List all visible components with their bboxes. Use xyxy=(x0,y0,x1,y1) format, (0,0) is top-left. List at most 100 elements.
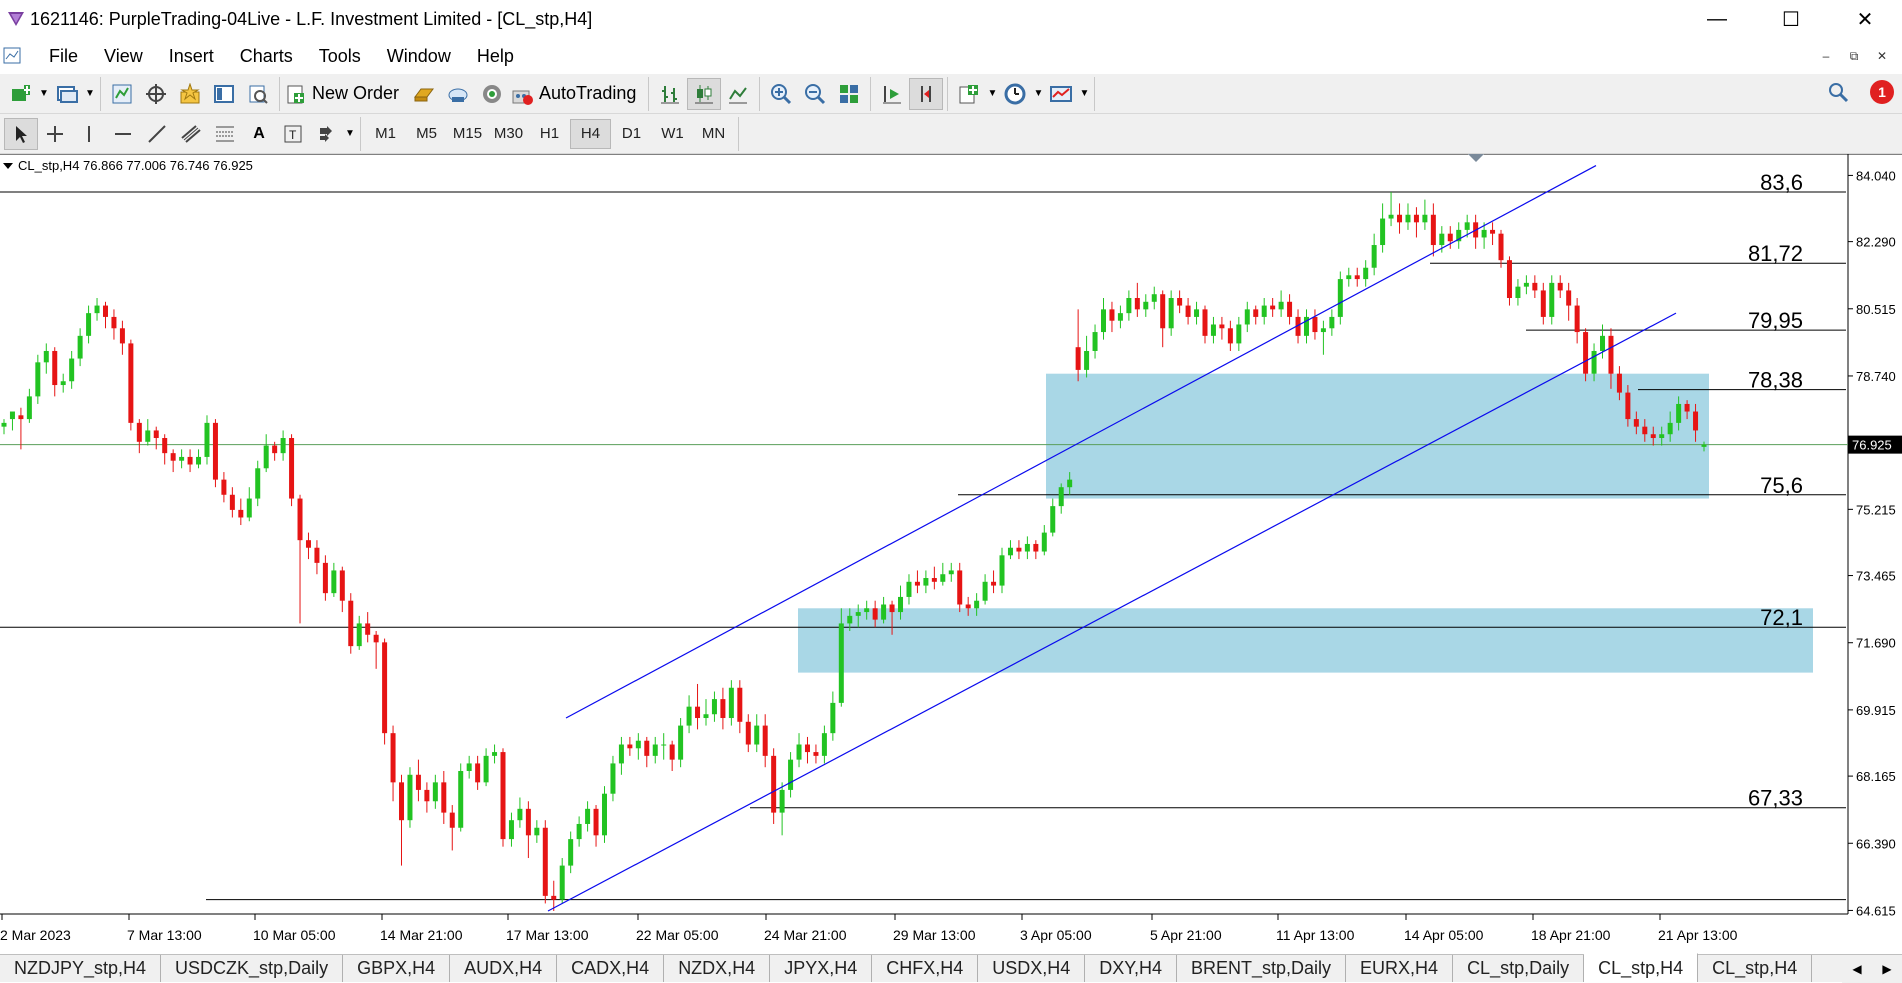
close-button[interactable]: ✕ xyxy=(1828,0,1902,38)
candle-body xyxy=(551,895,557,900)
menu-window[interactable]: Window xyxy=(374,46,464,67)
zoom-in-icon[interactable] xyxy=(764,78,798,110)
time-tick-label: 17 Mar 13:00 xyxy=(506,927,589,943)
indicators-icon[interactable] xyxy=(952,78,986,110)
candle-body xyxy=(1549,282,1555,317)
chart-tab[interactable]: BRENT_stp,Daily xyxy=(1177,955,1347,982)
tile-windows-icon[interactable] xyxy=(832,78,866,110)
candle-body xyxy=(18,415,24,420)
chart-area[interactable]: 84.040 82.290 80.515 78.740 75.215 73.465 71.6… xyxy=(0,153,1902,954)
new-order-button[interactable]: New Order xyxy=(312,83,399,104)
menu-tools[interactable]: Tools xyxy=(306,46,374,67)
autotrading-button[interactable]: AutoTrading xyxy=(539,83,636,104)
zoom-out-icon[interactable] xyxy=(798,78,832,110)
price-chart[interactable]: 84.040 82.290 80.515 78.740 75.215 73.465 71.6… xyxy=(0,153,1902,954)
text-label-icon[interactable]: T xyxy=(276,118,310,150)
timeframe-mn[interactable]: MN xyxy=(693,119,734,149)
candle-body xyxy=(339,570,345,601)
candle-body xyxy=(1540,290,1546,317)
terminal-icon[interactable] xyxy=(207,78,241,110)
minimize-button[interactable]: — xyxy=(1680,0,1754,38)
chart-tab[interactable]: NZDJPY_stp,H4 xyxy=(0,955,162,982)
vertical-line-icon[interactable] xyxy=(72,118,106,150)
candle-body xyxy=(644,740,650,756)
chart-window-icon[interactable] xyxy=(2,45,24,67)
gold-bar-icon[interactable] xyxy=(407,78,441,110)
menu-insert[interactable]: Insert xyxy=(156,46,227,67)
chart-tab[interactable]: CL_stp,H4 xyxy=(1584,953,1699,982)
timeframe-m15[interactable]: M15 xyxy=(447,119,488,149)
chevron-down-icon[interactable]: ▼ xyxy=(84,88,96,99)
equidistant-channel-icon[interactable] xyxy=(174,118,208,150)
timeframe-m5[interactable]: M5 xyxy=(406,119,447,149)
new-chart-icon[interactable] xyxy=(4,78,38,110)
chart-tab[interactable]: DXY,H4 xyxy=(1085,955,1177,982)
menu-help[interactable]: Help xyxy=(464,46,527,67)
mdi-close-icon[interactable]: ✕ xyxy=(1868,49,1896,63)
notifications-badge[interactable]: 1 xyxy=(1870,80,1894,104)
candle-body xyxy=(771,755,777,813)
crosshair-tool-icon[interactable] xyxy=(38,118,72,150)
chevron-down-icon[interactable]: ▼ xyxy=(344,128,356,139)
chart-tab[interactable]: EURX,H4 xyxy=(1346,955,1454,982)
chart-shift-icon[interactable] xyxy=(909,77,944,110)
chevron-down-icon[interactable]: ▼ xyxy=(38,88,50,99)
cursor-icon[interactable] xyxy=(4,117,38,150)
autotrading-icon[interactable] xyxy=(509,78,535,110)
signals-icon[interactable] xyxy=(441,78,475,110)
trendline-icon[interactable] xyxy=(140,118,174,150)
text-tool-icon[interactable]: A xyxy=(242,118,276,150)
search-icon[interactable] xyxy=(1826,80,1850,104)
maximize-button[interactable]: ☐ xyxy=(1754,0,1828,38)
profiles-icon[interactable] xyxy=(50,78,84,110)
tab-scroll-right-icon[interactable]: ▶ xyxy=(1882,962,1891,976)
arrows-icon[interactable] xyxy=(310,118,344,150)
chart-tab[interactable]: AUDX,H4 xyxy=(450,955,558,982)
chart-tab[interactable]: CL_stp,Daily xyxy=(1453,955,1585,982)
market-icon[interactable] xyxy=(475,78,509,110)
mdi-minimize-icon[interactable]: – xyxy=(1812,49,1840,63)
line-chart-icon[interactable] xyxy=(721,78,755,110)
chevron-down-icon[interactable]: ▼ xyxy=(1078,88,1090,99)
strategy-tester-icon[interactable] xyxy=(241,78,275,110)
navigator-icon[interactable] xyxy=(173,78,207,110)
timeframe-w1[interactable]: W1 xyxy=(652,119,693,149)
horizontal-line-icon[interactable] xyxy=(106,118,140,150)
chevron-down-icon[interactable]: ▼ xyxy=(986,88,998,99)
market-watch-icon[interactable] xyxy=(105,78,139,110)
mdi-restore-icon[interactable]: ⧉ xyxy=(1840,49,1868,64)
menu-view[interactable]: View xyxy=(91,46,156,67)
periods-clock-icon[interactable] xyxy=(998,78,1032,110)
fibonacci-icon[interactable] xyxy=(208,118,242,150)
crosshair-icon[interactable] xyxy=(139,78,173,110)
candle-body xyxy=(314,547,320,563)
templates-icon[interactable] xyxy=(1044,78,1078,110)
chart-tab[interactable]: USDCZK_stp,Daily xyxy=(161,955,344,982)
candlestick-chart-icon[interactable] xyxy=(687,77,722,110)
chart-tab[interactable]: GBPX,H4 xyxy=(343,955,451,982)
candle-body xyxy=(111,316,117,329)
menu-charts[interactable]: Charts xyxy=(227,46,306,67)
timeframe-m30[interactable]: M30 xyxy=(488,119,529,149)
new-order-icon[interactable] xyxy=(284,78,308,110)
timeframe-h4[interactable]: H4 xyxy=(570,118,611,149)
bar-chart-icon[interactable] xyxy=(653,78,687,110)
chart-tab[interactable]: CHFX,H4 xyxy=(872,955,979,982)
candle-body xyxy=(1287,301,1293,317)
candle-body xyxy=(618,744,624,764)
chart-tab[interactable]: NZDX,H4 xyxy=(664,955,771,982)
timeframe-m1[interactable]: M1 xyxy=(365,119,406,149)
timeframe-h1[interactable]: H1 xyxy=(529,119,570,149)
chart-tab[interactable]: CADX,H4 xyxy=(557,955,665,982)
chevron-down-icon[interactable]: ▼ xyxy=(1032,88,1044,99)
chart-tab[interactable]: USDX,H4 xyxy=(978,955,1086,982)
timeframe-d1[interactable]: D1 xyxy=(611,119,652,149)
collapse-triangle-icon[interactable] xyxy=(3,163,13,169)
chart-tab[interactable]: CL_stp,H4 xyxy=(1698,955,1813,982)
auto-scroll-icon[interactable] xyxy=(875,78,909,110)
tab-scroll-left-icon[interactable]: ◀ xyxy=(1852,962,1861,976)
chart-tab[interactable]: JPYX,H4 xyxy=(770,955,873,982)
candle-body xyxy=(1236,324,1242,344)
candle-body xyxy=(1210,324,1216,336)
menu-file[interactable]: File xyxy=(36,46,91,67)
